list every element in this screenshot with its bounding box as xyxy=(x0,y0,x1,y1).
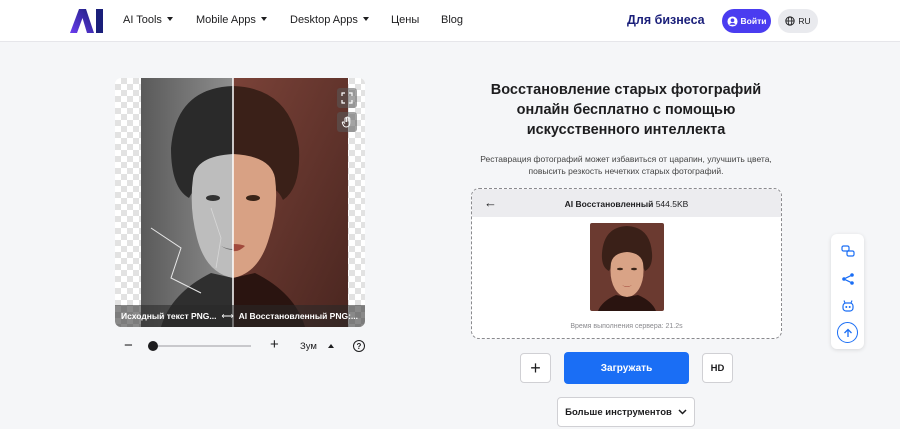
compare-divider-handle[interactable] xyxy=(232,78,234,327)
nav-desktop-apps[interactable]: Desktop Apps xyxy=(290,14,369,26)
language-selector[interactable]: RU xyxy=(778,9,818,33)
chevron-down-icon xyxy=(678,409,687,415)
language-label: RU xyxy=(798,16,811,26)
page-title: Восстановление старых фотографий онлайн … xyxy=(490,82,762,138)
result-panel: ← AI Восстановленный 544.5KB Время выпол… xyxy=(471,188,782,339)
upload-button[interactable]: Загружать xyxy=(564,352,689,384)
zoom-label: Зум xyxy=(300,341,317,352)
side-toolbar xyxy=(831,234,864,349)
assistant-button[interactable] xyxy=(837,295,858,316)
login-label: Войти xyxy=(740,16,767,26)
more-tools-label: Больше инструментов xyxy=(565,406,672,418)
original-label: Исходный текст PNG... xyxy=(121,311,217,321)
result-file-size: 544.5KB xyxy=(655,199,689,209)
share-button[interactable] xyxy=(837,268,858,289)
arrow-up-icon xyxy=(843,328,852,337)
add-image-button[interactable]: + xyxy=(520,353,551,383)
restored-photo-thumbnail[interactable] xyxy=(590,223,664,311)
bot-icon xyxy=(841,299,854,312)
result-title: AI Восстановленный 544.5KB xyxy=(472,199,781,209)
expand-icon xyxy=(341,92,353,104)
pan-button[interactable] xyxy=(337,112,357,132)
zoom-slider-handle[interactable] xyxy=(148,341,158,351)
globe-icon xyxy=(785,16,796,26)
chat-bubbles-icon xyxy=(840,244,855,257)
user-icon xyxy=(726,15,738,27)
zoom-controls: − + Зум ? xyxy=(120,336,370,356)
chevron-down-icon xyxy=(362,17,369,21)
zoom-slider-track[interactable] xyxy=(148,345,251,347)
scroll-to-top-button[interactable] xyxy=(837,322,858,343)
nav-pricing[interactable]: Цены xyxy=(391,14,419,26)
nav-ai-tools[interactable]: AI Tools xyxy=(123,14,173,26)
fullscreen-button[interactable] xyxy=(337,88,357,108)
page-description: Реставрация фотографий может избавиться … xyxy=(480,154,772,176)
more-tools-button[interactable]: Больше инструментов xyxy=(557,397,695,427)
business-link[interactable]: Для бизнеса xyxy=(627,13,705,27)
help-icon[interactable]: ? xyxy=(353,340,365,352)
result-header: ← AI Восстановленный 544.5KB xyxy=(472,189,781,217)
share-icon xyxy=(841,272,854,285)
zoom-in-button[interactable]: + xyxy=(270,336,279,353)
logo[interactable] xyxy=(70,9,104,33)
chevron-down-icon xyxy=(260,17,267,21)
nav-blog[interactable]: Blog xyxy=(441,14,463,26)
chevron-up-icon[interactable] xyxy=(328,344,334,348)
compare-label-bar: Исходный текст PNG... ⟷ AI Восстановленн… xyxy=(115,305,365,327)
server-time-text: Время выполнения сервера: 21.2s xyxy=(570,323,683,330)
nav-mobile-apps[interactable]: Mobile Apps xyxy=(196,14,267,26)
result-title-text: AI Восстановленный xyxy=(564,199,654,209)
compare-arrow-icon: ⟷ xyxy=(221,310,234,321)
image-compare-viewer[interactable]: Исходный текст PNG... ⟷ AI Восстановленн… xyxy=(115,78,365,327)
top-header: AI Tools Mobile Apps Desktop Apps Цены B… xyxy=(0,0,900,42)
login-button[interactable]: Войти xyxy=(722,9,771,33)
restored-label: AI Восстановленный PNG:... xyxy=(238,311,358,321)
hd-button[interactable]: HD xyxy=(702,353,733,383)
feedback-button[interactable] xyxy=(837,240,858,261)
zoom-out-button[interactable]: − xyxy=(124,337,133,354)
photo-original-vs-restored xyxy=(141,78,348,327)
chevron-down-icon xyxy=(166,17,173,21)
hand-icon xyxy=(341,116,351,128)
